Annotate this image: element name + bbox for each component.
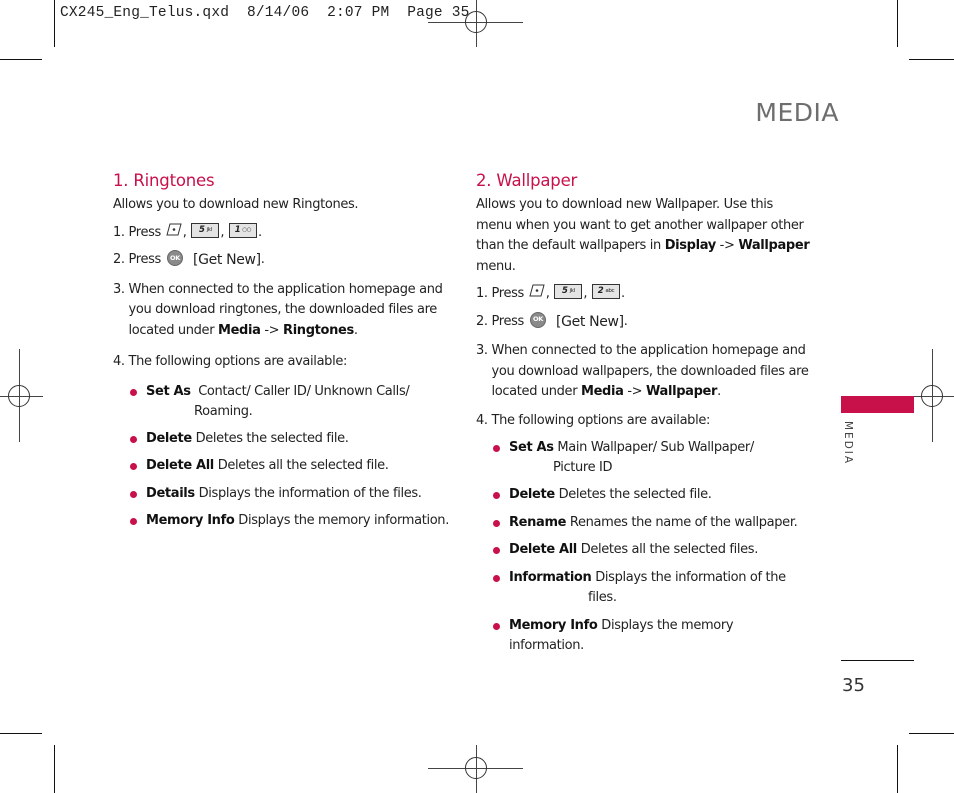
page-number: 35 bbox=[842, 675, 865, 696]
slug-file: CX245_Eng_Telus.qxd bbox=[60, 5, 230, 21]
key-2-icon: 2 abc bbox=[591, 284, 620, 299]
ringtones-title: 1. Ringtones bbox=[113, 171, 215, 190]
option-item: Set As Contact/ Caller ID/ Unknown Calls… bbox=[130, 382, 453, 423]
wallpaper-options-list: Set As Main Wallpaper/ Sub Wallpaper/Pic… bbox=[493, 438, 811, 657]
bullet-icon bbox=[130, 388, 137, 396]
option-item: Delete Deletes the selected file. bbox=[493, 485, 811, 506]
wallpaper-step-1: 1. Press , 5 jkl, 2 abc. bbox=[476, 284, 625, 301]
wallpaper-step-4: 4. The following options are available: bbox=[476, 412, 711, 428]
key-1-voicemail-icon: 1 ○○ bbox=[228, 222, 257, 238]
ringtones-intro: Allows you to download new Ringtones. bbox=[113, 197, 359, 212]
option-item: Memory Info Displays the memory informat… bbox=[130, 511, 453, 532]
ok-key-icon: OK bbox=[529, 311, 546, 328]
bullet-icon bbox=[493, 492, 500, 499]
bullet-icon bbox=[493, 574, 500, 582]
wallpaper-title: 2. Wallpaper bbox=[476, 171, 578, 190]
crop-mark-bl-horizontal bbox=[0, 733, 42, 734]
bullet-icon bbox=[493, 519, 500, 527]
wallpaper-step-2: 2. Press OK [Get New]. bbox=[476, 311, 811, 333]
option-item: Memory Info Displays the memory informat… bbox=[493, 616, 811, 657]
key-5-icon: 5 jkl bbox=[554, 284, 583, 299]
crop-mark-tr-vertical bbox=[897, 0, 898, 47]
ok-key-icon: OK bbox=[166, 250, 183, 266]
slug-time: 2:07 PM bbox=[327, 5, 390, 21]
option-item: Set As Main Wallpaper/ Sub Wallpaper/Pic… bbox=[493, 438, 811, 477]
option-item: Details Displays the information of the … bbox=[130, 484, 453, 505]
crop-mark-tr-horizontal bbox=[909, 59, 954, 60]
ringtones-step-1: 1. Press , 5 jkl, 1 ○○. bbox=[113, 222, 262, 240]
crop-mark-tl-horizontal bbox=[0, 59, 42, 60]
ringtones-step-3: 3. When connected to the application hom… bbox=[113, 281, 443, 338]
bullet-icon bbox=[493, 622, 500, 630]
ringtones-section: 1. Ringtones Allows you to download new … bbox=[113, 171, 453, 532]
crop-mark-tl-vertical bbox=[54, 0, 55, 47]
option-item: Information Displays the information of … bbox=[493, 568, 811, 609]
page-number-rule bbox=[841, 660, 914, 661]
crop-mark-br-vertical bbox=[897, 745, 898, 793]
slug-date: 8/14/06 bbox=[246, 5, 310, 21]
bullet-icon bbox=[130, 518, 137, 525]
bullet-icon bbox=[493, 445, 500, 452]
get-new-action: [Get New] bbox=[192, 252, 261, 268]
wallpaper-section: 2. Wallpaper Allows you to download new … bbox=[476, 171, 811, 657]
bullet-icon bbox=[493, 547, 500, 554]
option-item: Delete All Deletes all the selected file… bbox=[493, 540, 811, 561]
wallpaper-step-3: 3. When connected to the application hom… bbox=[476, 343, 809, 399]
key-5-icon: 5 jkl bbox=[191, 222, 220, 238]
slug-page: Page 35 bbox=[407, 5, 470, 21]
ringtones-options-list: Set As Contact/ Caller ID/ Unknown Calls… bbox=[130, 382, 453, 532]
menu-soft-key-icon bbox=[166, 223, 182, 235]
page-header-title: MEDIA bbox=[755, 98, 839, 127]
option-item: Delete All Deletes all the selected file… bbox=[130, 456, 453, 477]
bullet-icon bbox=[130, 463, 137, 470]
bullet-icon bbox=[130, 435, 137, 443]
option-item: Rename Renames the name of the wallpaper… bbox=[493, 513, 811, 534]
ringtones-step-4: 4. The following options are available: bbox=[113, 354, 348, 369]
side-tab-label: MEDIA bbox=[842, 421, 854, 466]
wallpaper-intro: Allows you to download new Wallpaper. Us… bbox=[476, 197, 810, 274]
bullet-icon bbox=[130, 490, 137, 498]
section-side-tab bbox=[841, 396, 914, 413]
menu-soft-key-icon bbox=[529, 284, 545, 297]
ringtones-step-2: 2. Press OK [Get New]. bbox=[113, 250, 453, 271]
crop-mark-br-horizontal bbox=[909, 733, 954, 734]
option-item: Delete Deletes the selected file. bbox=[130, 429, 453, 450]
get-new-action: [Get New] bbox=[555, 313, 624, 330]
crop-mark-bl-vertical bbox=[54, 745, 55, 793]
print-slug: CX245_Eng_Telus.qxd 8/14/06 2:07 PM Page… bbox=[60, 5, 470, 21]
